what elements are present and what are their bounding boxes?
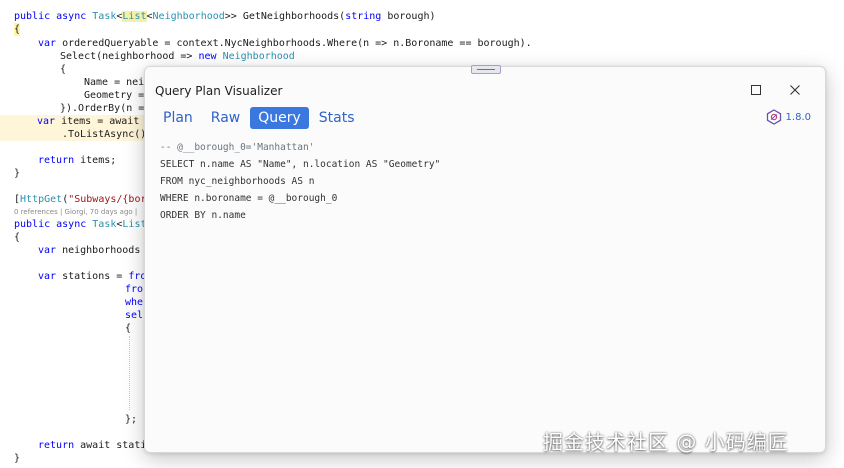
code-line-21: sel [125,310,144,321]
code-line-16: { [14,232,21,243]
indent-guide [129,336,130,410]
watermark-text: 掘金技术社区 @ 小码编匠 [543,430,789,454]
code-line-13: [HttpGet("Subways/{bor [14,194,147,205]
code-line-24: return await stati [38,440,147,451]
code-line-5: { [60,64,67,75]
code-line-22: { [125,323,132,334]
maximize-icon [751,85,761,95]
code-line-3: var orderedQueryable = context.NycNeighb… [38,38,532,49]
sql-line: FROM nyc_neighborhoods AS n [160,176,315,187]
query-plan-visualizer-dialog: Query Plan Visualizer Plan Raw Query Sta… [144,65,826,453]
version-label: 1.8.0 [785,111,811,123]
close-button[interactable] [784,79,806,101]
code-line-10: .ToListAsync() [0,128,146,141]
tab-stats[interactable]: Stats [311,107,363,129]
tab-bar: Plan Raw Query Stats [155,107,363,129]
postgis-logo-icon [766,109,781,125]
code-line-15: public async Task<List [14,219,147,230]
sql-query-view[interactable]: -- @__borough_0='Manhattan' SELECT n.nam… [160,139,440,224]
tab-raw[interactable]: Raw [203,107,248,129]
maximize-button[interactable] [745,79,767,101]
code-line-19: fro [125,284,144,295]
tab-query[interactable]: Query [250,107,309,129]
sql-line: WHERE n.boroname = @__borough_0 [160,193,338,204]
code-line-8: }).OrderBy(n = [60,103,145,114]
sql-line: SELECT n.name AS "Name", n.location AS "… [160,159,441,170]
code-line-17: var neighborhoods = [38,245,153,256]
code-line-4: Select(neighborhood => new Neighborhood [60,51,295,62]
code-line-12: } [14,168,21,179]
code-line-6: Name = nei [84,77,145,88]
code-line-11: return items; [38,155,117,166]
code-line-25: } [14,453,21,464]
dialog-title: Query Plan Visualizer [155,84,283,98]
close-icon [790,85,800,95]
code-line-20: whe [125,297,144,308]
sql-line: -- @__borough_0='Manhattan' [160,142,315,153]
tab-plan[interactable]: Plan [155,107,201,129]
code-line-9: var items = await [0,115,144,128]
drag-handle[interactable] [471,65,501,74]
sql-line: ORDER BY n.name [160,210,246,221]
code-line-1: public async Task<List<Neighborhood>> Ge… [14,11,436,22]
code-line-2: { [14,23,21,36]
code-line-7: Geometry = [84,90,145,101]
version-info: 1.8.0 [766,109,811,125]
code-line-18: var stations = fro [38,271,147,282]
code-line-23: }; [125,414,138,425]
